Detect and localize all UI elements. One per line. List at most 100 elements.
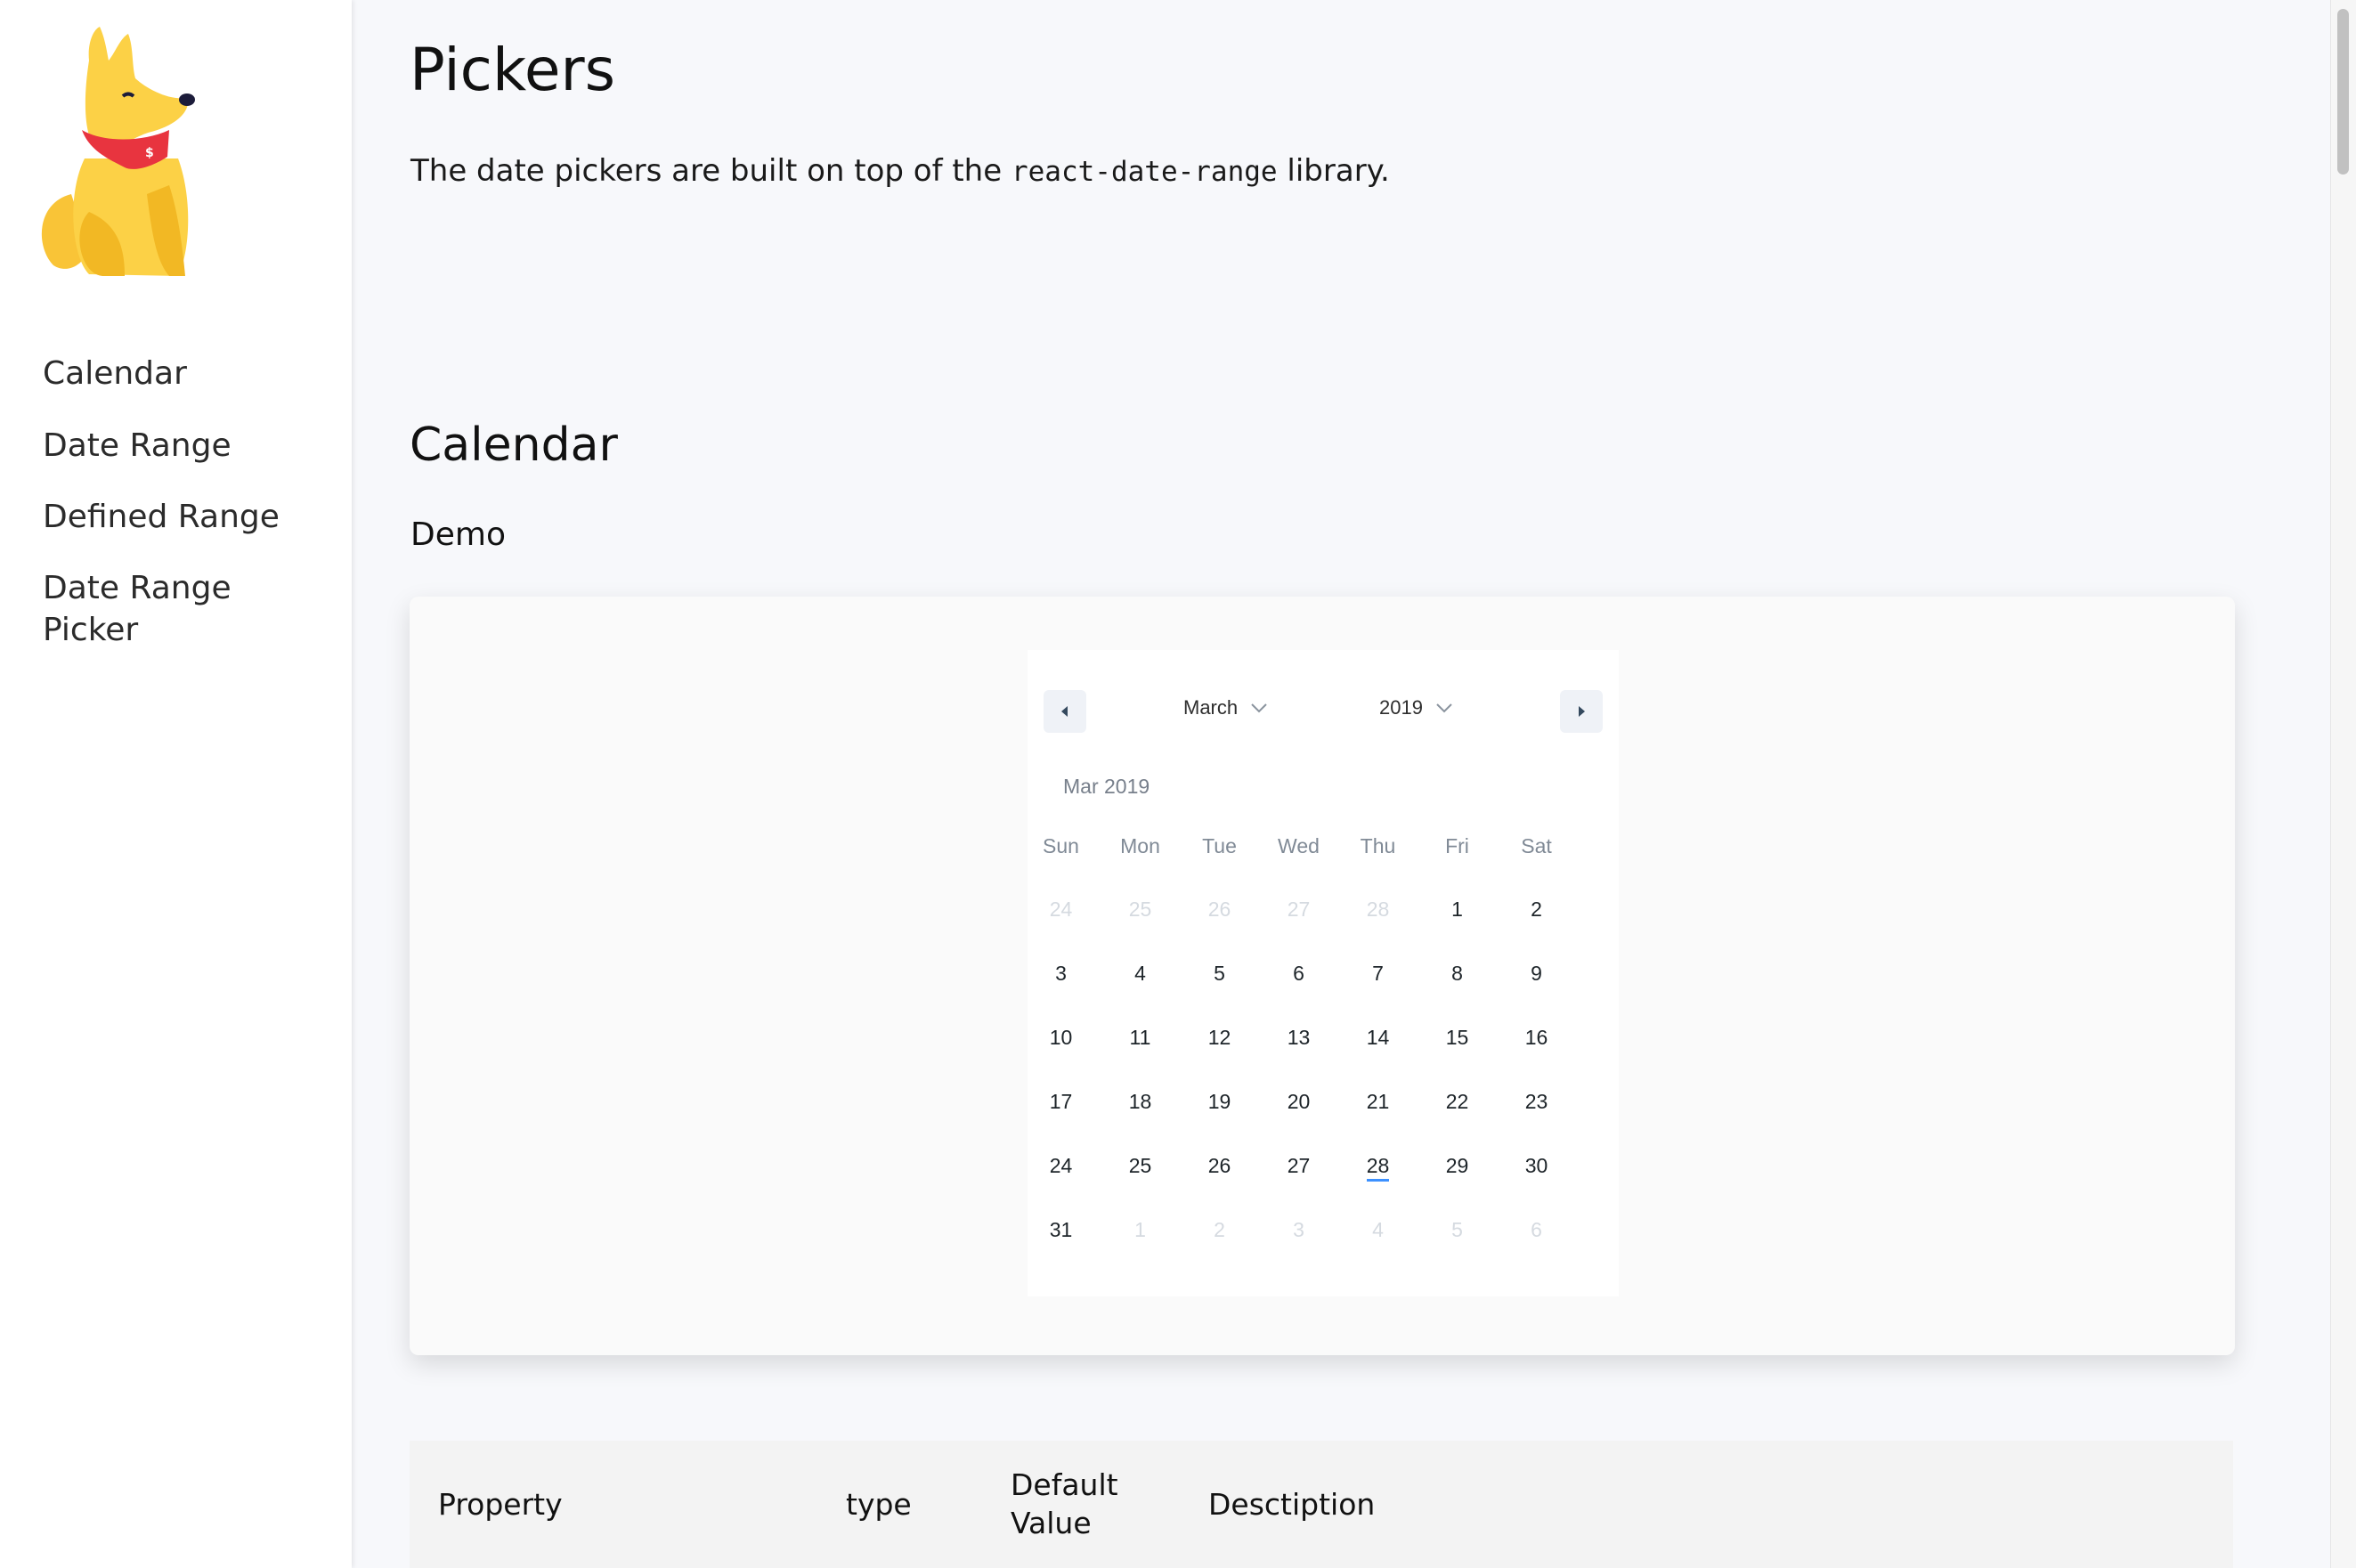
day-number: 2 bbox=[1531, 898, 1542, 921]
day-cell[interactable]: 13 bbox=[1259, 1026, 1338, 1050]
sidebar-item-defined-range[interactable]: Defined Range bbox=[43, 496, 328, 538]
calendar-widget: March 2019 Mar 2019 Sun Mon Tue Wed Thu Fri Sa… bbox=[1028, 650, 1619, 1296]
day-cell[interactable]: 26 bbox=[1180, 1154, 1259, 1178]
day-number: 4 bbox=[1134, 962, 1146, 985]
weekday-label: Fri bbox=[1445, 834, 1469, 857]
day-cell[interactable]: 24 bbox=[1021, 1154, 1101, 1178]
day-number: 5 bbox=[1451, 1218, 1463, 1241]
chevron-down-icon bbox=[1251, 703, 1267, 713]
day-cell[interactable]: 26 bbox=[1180, 898, 1259, 922]
day-cell[interactable]: 4 bbox=[1338, 1218, 1418, 1242]
day-number: 28 bbox=[1366, 1154, 1390, 1182]
day-cell[interactable]: 1 bbox=[1101, 1218, 1180, 1242]
caret-left-icon bbox=[1061, 706, 1068, 717]
chevron-down-icon bbox=[1436, 703, 1452, 713]
svg-text:$: $ bbox=[145, 146, 154, 160]
day-number: 8 bbox=[1451, 962, 1463, 985]
day-cell[interactable]: 19 bbox=[1180, 1090, 1259, 1114]
day-cell-today[interactable]: 28 bbox=[1338, 1154, 1418, 1182]
day-cell[interactable]: 9 bbox=[1497, 962, 1576, 986]
day-number: 17 bbox=[1049, 1090, 1073, 1113]
month-label: Mar 2019 bbox=[1063, 775, 1150, 798]
day-number: 29 bbox=[1445, 1154, 1469, 1177]
sidebar-item-date-range[interactable]: Date Range bbox=[43, 425, 328, 467]
day-cell[interactable]: 4 bbox=[1101, 962, 1180, 986]
day-number: 23 bbox=[1524, 1090, 1548, 1113]
day-cell[interactable]: 30 bbox=[1497, 1154, 1576, 1178]
day-cell[interactable]: 23 bbox=[1497, 1090, 1576, 1114]
scrollbar[interactable] bbox=[2330, 0, 2356, 1568]
library-name-code: react-date-range bbox=[1011, 156, 1278, 188]
year-select[interactable]: 2019 bbox=[1379, 696, 1453, 719]
day-number: 14 bbox=[1366, 1026, 1390, 1049]
day-cell[interactable]: 12 bbox=[1180, 1026, 1259, 1050]
day-number: 18 bbox=[1128, 1090, 1152, 1113]
weekday-label: Wed bbox=[1278, 834, 1320, 857]
day-cell[interactable]: 14 bbox=[1338, 1026, 1418, 1050]
day-cell[interactable]: 20 bbox=[1259, 1090, 1338, 1114]
day-cell[interactable]: 10 bbox=[1021, 1026, 1101, 1050]
day-cell[interactable]: 7 bbox=[1338, 962, 1418, 986]
prev-month-button[interactable] bbox=[1044, 690, 1086, 733]
day-cell[interactable]: 5 bbox=[1180, 962, 1259, 986]
day-cell[interactable]: 18 bbox=[1101, 1090, 1180, 1114]
props-table-header: Property type Default Value Desctiption bbox=[410, 1441, 2233, 1568]
day-cell[interactable]: 3 bbox=[1021, 962, 1101, 986]
day-number: 12 bbox=[1207, 1026, 1231, 1049]
day-cell[interactable]: 6 bbox=[1259, 962, 1338, 986]
day-cell[interactable]: 29 bbox=[1418, 1154, 1497, 1178]
next-month-button[interactable] bbox=[1560, 690, 1603, 733]
month-select[interactable]: March bbox=[1183, 696, 1284, 719]
day-cell[interactable]: 22 bbox=[1418, 1090, 1497, 1114]
day-cell[interactable]: 17 bbox=[1021, 1090, 1101, 1114]
day-number: 31 bbox=[1049, 1218, 1073, 1241]
day-number: 15 bbox=[1445, 1026, 1469, 1049]
day-number: 26 bbox=[1207, 898, 1231, 921]
day-number: 6 bbox=[1531, 1218, 1542, 1241]
day-number: 9 bbox=[1531, 962, 1542, 985]
weekday-label: Sat bbox=[1521, 834, 1552, 857]
intro-text-end: library. bbox=[1287, 153, 1390, 189]
day-cell[interactable]: 25 bbox=[1101, 1154, 1180, 1178]
weekday-label: Tue bbox=[1202, 834, 1237, 857]
sidebar-item-calendar[interactable]: Calendar bbox=[43, 353, 328, 394]
day-number: 25 bbox=[1128, 1154, 1152, 1177]
sidebar-item-date-range-picker[interactable]: Date Range Picker bbox=[43, 567, 248, 651]
day-cell[interactable]: 3 bbox=[1259, 1218, 1338, 1242]
scrollbar-thumb[interactable] bbox=[2337, 9, 2349, 175]
day-cell[interactable]: 8 bbox=[1418, 962, 1497, 986]
section-title-calendar: Calendar bbox=[410, 418, 618, 472]
day-cell[interactable]: 2 bbox=[1497, 898, 1576, 922]
day-number: 4 bbox=[1372, 1218, 1384, 1241]
page-title: Pickers bbox=[410, 36, 615, 104]
weekday-label: Thu bbox=[1360, 834, 1396, 857]
day-number: 1 bbox=[1451, 898, 1463, 921]
day-number: 27 bbox=[1287, 898, 1311, 921]
day-cell[interactable]: 2 bbox=[1180, 1218, 1259, 1242]
day-number: 10 bbox=[1049, 1026, 1073, 1049]
day-cell[interactable]: 27 bbox=[1259, 898, 1338, 922]
day-cell[interactable]: 6 bbox=[1497, 1218, 1576, 1242]
day-cell[interactable]: 1 bbox=[1418, 898, 1497, 922]
day-cell[interactable]: 31 bbox=[1021, 1218, 1101, 1242]
month-select-value: March bbox=[1183, 696, 1239, 719]
day-number: 21 bbox=[1366, 1090, 1390, 1113]
day-number: 19 bbox=[1207, 1090, 1231, 1113]
day-number: 24 bbox=[1049, 898, 1073, 921]
column-header-default-value: Default Value bbox=[1011, 1467, 1118, 1540]
day-cell[interactable]: 16 bbox=[1497, 1026, 1576, 1050]
day-cell[interactable]: 25 bbox=[1101, 898, 1180, 922]
day-cell[interactable]: 28 bbox=[1338, 898, 1418, 922]
day-cell[interactable]: 24 bbox=[1021, 898, 1101, 922]
demo-heading: Demo bbox=[410, 516, 506, 553]
day-cell[interactable]: 5 bbox=[1418, 1218, 1497, 1242]
dog-mascot-logo: $ bbox=[41, 27, 195, 276]
column-header-description: Desctiption bbox=[1208, 1487, 1376, 1522]
sidebar: $ Calendar Date Range Defined Range Date… bbox=[0, 0, 352, 1568]
day-cell[interactable]: 15 bbox=[1418, 1026, 1497, 1050]
day-cell[interactable]: 27 bbox=[1259, 1154, 1338, 1178]
day-cell[interactable]: 21 bbox=[1338, 1090, 1418, 1114]
day-number: 16 bbox=[1524, 1026, 1548, 1049]
day-number: 20 bbox=[1287, 1090, 1311, 1113]
day-cell[interactable]: 11 bbox=[1101, 1026, 1180, 1050]
